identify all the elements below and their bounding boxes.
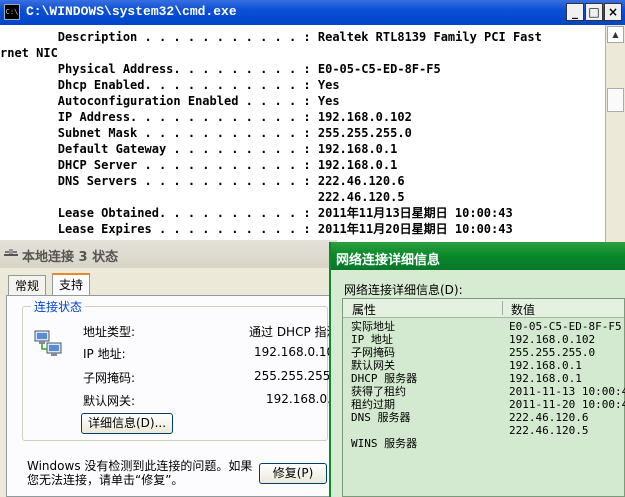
details-title: 网络连接详细信息 bbox=[336, 253, 441, 268]
cmd-line: 222.46.120.5 bbox=[0, 190, 405, 204]
column-divider[interactable] bbox=[502, 301, 503, 315]
cmd-line: rnet NIC bbox=[0, 46, 58, 60]
scroll-thumb[interactable] bbox=[607, 88, 624, 112]
tab-general[interactable]: 常规 bbox=[8, 275, 47, 295]
list-item[interactable]: WINS 服务器 bbox=[343, 437, 624, 450]
list-item[interactable]: 默认网关 192.168.0.1 bbox=[343, 359, 624, 372]
cmd-icon: C:\ bbox=[4, 4, 20, 20]
cmd-line: Lease Obtained. . . . . . . . . . : 2011… bbox=[0, 206, 513, 220]
cmd-output[interactable]: Description . . . . . . . . . . . : Real… bbox=[0, 25, 606, 246]
item-property: DHCP 服务器 bbox=[351, 372, 418, 385]
repair-button[interactable]: 修复(P) bbox=[259, 463, 327, 484]
cmd-line: IP Address. . . . . . . . . . . . : 192.… bbox=[0, 110, 412, 124]
status-titlebar[interactable]: 本地连接 3 状态 bbox=[0, 240, 337, 268]
cmd-line: DHCP Server . . . . . . . . . . . : 192.… bbox=[0, 158, 398, 172]
address-type-value: 通过 DHCP 指派 bbox=[249, 325, 339, 339]
connection-status-dialog: 本地连接 3 状态 常规 支持 连接状态 地址类型: 通过 DHCP 指派 IP… bbox=[0, 240, 342, 497]
item-value: 192.168.0.1 bbox=[509, 359, 582, 372]
list-item[interactable]: 222.46.120.5 bbox=[343, 424, 624, 437]
cmd-line: Dhcp Enabled. . . . . . . . . . . : Yes bbox=[0, 78, 340, 92]
item-value: E0-05-C5-ED-8F-F5 bbox=[509, 320, 622, 333]
details-list-label: 网络连接详细信息(D): bbox=[344, 283, 463, 297]
item-property: 获得了租约 bbox=[351, 385, 406, 398]
network-computers-icon bbox=[34, 330, 62, 356]
list-item[interactable]: 获得了租约 2011-11-13 10:00:43 bbox=[343, 385, 625, 398]
details-list[interactable]: 属性 数值 实际地址 E0-05-C5-ED-8F-F5 IP 地址 192.1… bbox=[342, 298, 625, 497]
cmd-line: Lease Expires . . . . . . . . . . : 2011… bbox=[0, 222, 513, 236]
scroll-up-icon[interactable]: ▲ bbox=[607, 26, 624, 43]
item-value: 2011-11-20 10:00:43 bbox=[509, 398, 625, 411]
tab-support[interactable]: 支持 bbox=[52, 273, 91, 295]
cmd-line: Description . . . . . . . . . . . : Real… bbox=[0, 30, 542, 44]
list-item[interactable]: DNS 服务器 222.46.120.6 bbox=[343, 411, 624, 424]
item-value: 2011-11-13 10:00:43 bbox=[509, 385, 625, 398]
item-value: 222.46.120.6 bbox=[509, 411, 589, 424]
item-property: DNS 服务器 bbox=[351, 411, 411, 424]
item-property: IP 地址 bbox=[351, 333, 393, 346]
list-item[interactable]: 租约过期 2011-11-20 10:00:43 bbox=[343, 398, 625, 411]
group-label: 连接状态 bbox=[31, 298, 86, 315]
minimize-button[interactable]: _ bbox=[566, 3, 584, 21]
item-value: 192.168.0.1 bbox=[509, 372, 582, 385]
cmd-titlebar[interactable]: C:\ C:\WINDOWS\system32\cmd.exe _ □ × bbox=[0, 0, 625, 25]
item-property: 实际地址 bbox=[351, 320, 395, 333]
list-item[interactable]: IP 地址 192.168.0.102 bbox=[343, 333, 624, 346]
item-property: 子网掩码 bbox=[351, 346, 395, 359]
list-item[interactable]: DHCP 服务器 192.168.0.1 bbox=[343, 372, 624, 385]
item-value: 192.168.0.102 bbox=[509, 333, 596, 346]
cmd-line: Default Gateway . . . . . . . . . : 192.… bbox=[0, 142, 398, 156]
cmd-scrollbar[interactable]: ▲ bbox=[605, 25, 625, 246]
item-value: 255.255.255.0 bbox=[509, 346, 596, 359]
cmd-title: C:\WINDOWS\system32\cmd.exe bbox=[26, 4, 237, 19]
cmd-line: Physical Address. . . . . . . . . : E0-0… bbox=[0, 62, 441, 76]
network-connection-icon bbox=[4, 249, 18, 256]
details-titlebar[interactable]: 网络连接详细信息 bbox=[331, 242, 625, 270]
subnet-mask-label: 子网掩码: bbox=[83, 371, 136, 385]
list-header: 属性 数值 bbox=[343, 299, 624, 318]
maximize-button[interactable]: □ bbox=[585, 3, 603, 21]
ip-address-label: IP 地址: bbox=[83, 347, 126, 361]
column-header-value[interactable]: 数值 bbox=[511, 301, 535, 318]
item-value: 222.46.120.5 bbox=[509, 424, 589, 437]
item-property: 默认网关 bbox=[351, 359, 395, 372]
default-gateway-label: 默认网关: bbox=[83, 394, 136, 408]
default-gateway-value: 192.168.0.1 bbox=[266, 392, 339, 406]
list-item[interactable]: 实际地址 E0-05-C5-ED-8F-F5 bbox=[343, 320, 624, 333]
repair-message: Windows 没有检测到此连接的问题。如果您无法连接，请单击“修复”。 bbox=[27, 459, 253, 487]
status-title: 本地连接 3 状态 bbox=[22, 250, 119, 265]
connection-status-group: 连接状态 地址类型: 通过 DHCP 指派 IP 地址: 192.168.0.1… bbox=[22, 298, 342, 441]
cmd-line: Subnet Mask . . . . . . . . . . . : 255.… bbox=[0, 126, 412, 140]
list-item[interactable]: 子网掩码 255.255.255.0 bbox=[343, 346, 624, 359]
item-property: 租约过期 bbox=[351, 398, 395, 411]
cmd-window: C:\ C:\WINDOWS\system32\cmd.exe _ □ × De… bbox=[0, 0, 625, 246]
support-tab-page: 连接状态 地址类型: 通过 DHCP 指派 IP 地址: 192.168.0.1… bbox=[6, 295, 342, 497]
address-type-label: 地址类型: bbox=[83, 325, 136, 339]
connection-details-dialog: 网络连接详细信息 网络连接详细信息(D): 属性 数值 实际地址 E0-05-C… bbox=[329, 242, 625, 497]
column-header-property[interactable]: 属性 bbox=[352, 301, 376, 318]
cmd-line: DNS Servers . . . . . . . . . . . : 222.… bbox=[0, 174, 405, 188]
close-button[interactable]: × bbox=[604, 3, 622, 21]
details-button[interactable]: 详细信息(D)... bbox=[81, 413, 173, 434]
item-property: WINS 服务器 bbox=[351, 437, 418, 450]
cmd-line: Autoconfiguration Enabled . . . . : Yes bbox=[0, 94, 340, 108]
